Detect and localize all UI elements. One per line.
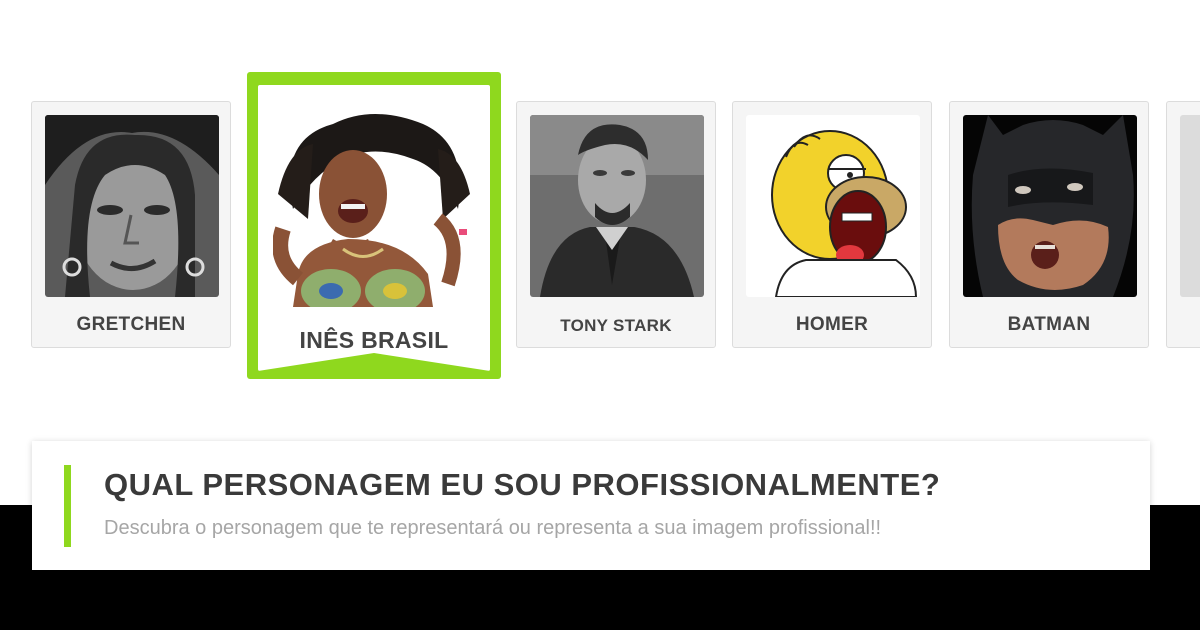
character-label: BATMAN <box>1007 314 1091 335</box>
character-card-batman[interactable]: BATMAN <box>949 101 1149 348</box>
quiz-title-panel: QUAL PERSONAGEM EU SOU PROFISSIONALMENTE… <box>32 441 1150 570</box>
character-card-ines-brasil[interactable]: INÊS BRASIL <box>247 72 501 379</box>
quiz-title: QUAL PERSONAGEM EU SOU PROFISSIONALMENTE… <box>104 467 941 502</box>
character-photo-gretchen <box>45 115 219 297</box>
character-card-partial[interactable] <box>1166 101 1200 348</box>
character-label: INÊS BRASIL <box>299 327 449 353</box>
character-label: HOMER <box>795 314 869 335</box>
character-label: TONY STARK <box>560 316 672 335</box>
selected-card-body: INÊS BRASIL <box>258 85 490 371</box>
character-photo-ines-brasil <box>273 99 475 307</box>
character-photo-partial <box>1180 115 1200 297</box>
character-card-homer[interactable]: HOMER <box>732 101 932 348</box>
accent-bar <box>64 465 71 547</box>
quiz-subtitle: Descubra o personagem que te representar… <box>104 517 882 539</box>
character-card-gretchen[interactable]: GRETCHEN <box>31 101 231 348</box>
selected-ribbon-notch <box>258 353 490 371</box>
character-photo-homer <box>746 115 920 297</box>
character-label: GRETCHEN <box>76 314 186 335</box>
character-card-tony-stark[interactable]: TONY STARK <box>516 101 716 348</box>
character-photo-batman <box>963 115 1137 297</box>
character-photo-tony-stark <box>530 115 704 297</box>
